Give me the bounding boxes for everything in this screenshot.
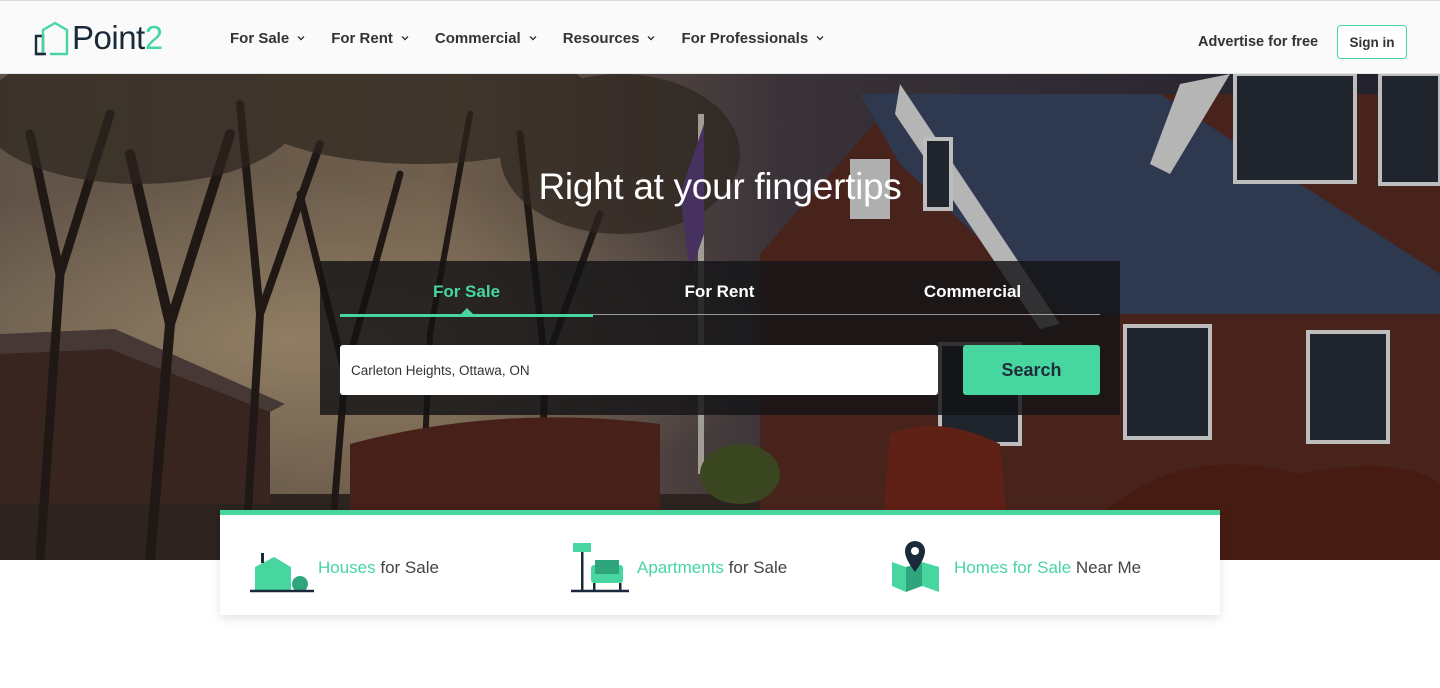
nav-commercial[interactable]: Commercial	[435, 30, 538, 47]
nav-label: For Rent	[331, 29, 393, 47]
search-panel: For Sale For Rent Commercial Search	[320, 261, 1120, 415]
search-button[interactable]: Search	[963, 345, 1100, 395]
nav-label: Commercial	[434, 29, 521, 47]
nav-for-sale[interactable]: For Sale	[230, 30, 306, 47]
apartments-label: Apartments for Sale	[637, 557, 788, 577]
chevron-down-icon	[401, 36, 409, 41]
logo-house-icon	[34, 21, 69, 56]
nav-resources[interactable]: Resources	[563, 30, 657, 47]
nav-label: For Sale	[230, 29, 290, 47]
nav-label: For Professionals	[681, 29, 809, 47]
map-pin-icon	[892, 541, 939, 592]
nav-for-professionals[interactable]: For Professionals	[681, 30, 825, 47]
chevron-down-icon	[297, 36, 305, 41]
house-icon	[250, 553, 314, 593]
logo-text: Point2	[72, 19, 163, 56]
advertise-link[interactable]: Advertise for free	[1198, 34, 1318, 50]
nav-label: Resources	[562, 29, 640, 47]
location-search-input[interactable]	[340, 345, 938, 395]
chevron-down-icon	[816, 36, 824, 41]
chevron-down-icon	[647, 36, 655, 41]
hero-title: Right at your fingertips	[538, 166, 902, 207]
tab-commercial[interactable]: Commercial	[846, 261, 1099, 315]
category-links: Houses for Sale Apartments for Sale Home…	[220, 510, 1220, 615]
chevron-down-icon	[529, 36, 537, 41]
tab-for-rent[interactable]: For Rent	[593, 261, 846, 315]
homes-near-me-link[interactable]: Homes for Sale Near Me	[884, 540, 1141, 595]
houses-for-sale-link[interactable]: Houses for Sale	[248, 540, 439, 595]
search-tabs: For Sale For Rent Commercial	[340, 261, 1100, 317]
homes-near-me-label: Homes for Sale Near Me	[954, 557, 1142, 577]
hero-section: Right at your fingertips For Sale For Re…	[0, 74, 1440, 560]
site-header: Point2 For Sale For Rent Commercial Reso…	[0, 0, 1440, 74]
logo[interactable]: Point2	[34, 19, 163, 57]
houses-label: Houses for Sale	[318, 557, 439, 577]
nav-for-rent[interactable]: For Rent	[331, 30, 410, 47]
sign-in-button[interactable]: Sign in	[1337, 25, 1407, 59]
main-nav: For Sale For Rent Commercial Resources F…	[230, 1, 850, 75]
apartments-for-sale-link[interactable]: Apartments for Sale	[567, 540, 787, 595]
tab-for-sale[interactable]: For Sale	[340, 261, 593, 317]
apartment-icon	[571, 543, 629, 593]
